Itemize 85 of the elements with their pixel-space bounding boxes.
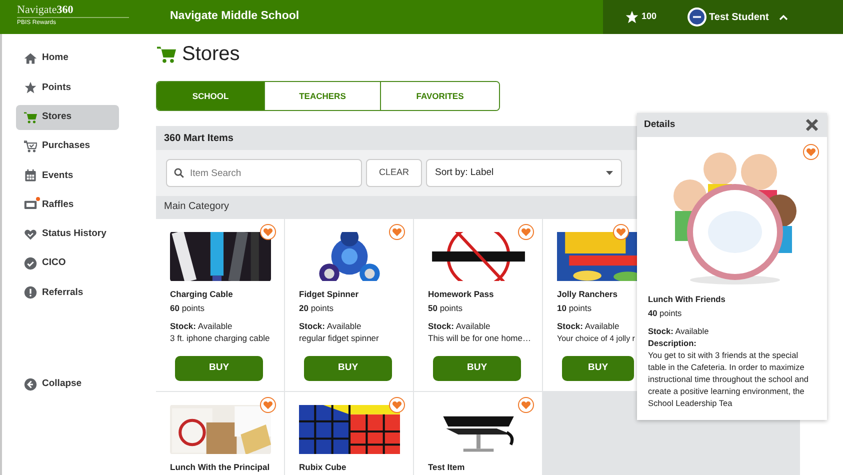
item-stock: Stock: Available xyxy=(648,325,710,337)
logo: Navigate360 xyxy=(17,4,129,18)
search-icon xyxy=(174,168,184,178)
sidebar-item[interactable]: CICO xyxy=(16,251,119,276)
sidebar-item[interactable]: Raffles xyxy=(16,192,119,218)
item-name: Lunch With Friends xyxy=(648,293,726,305)
check-circle-icon xyxy=(24,257,37,270)
user-name[interactable]: Test Student xyxy=(709,10,769,24)
product-card[interactable]: Rubix Cube xyxy=(285,392,413,475)
item-stock: Stock: Available xyxy=(428,321,492,332)
buy-button[interactable]: BUY xyxy=(304,356,392,381)
item-points: 60 points xyxy=(170,303,206,314)
ticket-icon xyxy=(24,198,37,212)
exclamation-circle-icon xyxy=(24,286,37,300)
cart-icon xyxy=(24,140,37,153)
favorite-button[interactable] xyxy=(613,224,629,240)
item-name: Jolly Ranchers xyxy=(557,289,618,300)
sidebar-item[interactable]: Purchases xyxy=(16,134,119,159)
sidebar-item[interactable]: Events xyxy=(16,163,119,188)
item-description: This will be for one home… xyxy=(428,333,529,344)
calendar-icon xyxy=(24,169,37,182)
heart-icon xyxy=(806,147,816,157)
tab[interactable]: SCHOOL xyxy=(157,82,265,110)
sidebar-item[interactable]: Points xyxy=(16,75,119,100)
sidebar-item[interactable]: Stores xyxy=(16,104,119,130)
product-card[interactable]: Jolly Ranchers 10 points Stock: Available Your choice of 4 jolly r BUY xyxy=(543,219,637,391)
product-card[interactable]: Test Item xyxy=(414,392,542,475)
points-count: 100 xyxy=(642,10,657,24)
heart-icon xyxy=(24,228,37,241)
heart-icon xyxy=(263,400,273,410)
item-description: You get to sit with 3 friends at the special table in the Cafeteria. In order to maximize instructional time throughout the school and create a positive learning environment, the School Leadership Tea xyxy=(648,349,810,409)
sort-dropdown[interactable]: Sort by: Label xyxy=(426,159,622,187)
item-stock: Stock: Available xyxy=(170,321,234,332)
item-points: 10 points xyxy=(557,303,593,314)
close-icon xyxy=(805,118,819,132)
search-field[interactable]: Item Search xyxy=(166,159,362,187)
heart-icon xyxy=(263,227,273,237)
sidebar-item[interactable]: Status History xyxy=(16,222,119,247)
school-name: Navigate Middle School xyxy=(170,9,300,24)
item-points: 20 points xyxy=(299,303,335,314)
heart-icon xyxy=(392,400,402,410)
item-description: 3 ft. iphone charging cable xyxy=(170,333,271,344)
panel-title: 360 Mart Items xyxy=(164,132,234,146)
cart-icon xyxy=(156,44,177,64)
heart-icon xyxy=(616,227,626,237)
item-name: Homework Pass xyxy=(428,289,495,300)
product-card[interactable]: Fidget Spinner 20 points Stock: Available regular fidget spinner BUY xyxy=(285,219,413,391)
item-stock: Stock: Available xyxy=(299,321,362,332)
avatar-icon[interactable] xyxy=(686,7,707,27)
category-heading: Main Category xyxy=(164,200,230,214)
heart-icon xyxy=(521,400,531,410)
product-card[interactable]: Homework Pass 50 points Stock: Available This will be for one home… BUY xyxy=(414,219,542,391)
item-description: Your choice of 4 jolly r xyxy=(557,333,636,344)
product-card[interactable]: Lunch With the Principal xyxy=(156,392,284,475)
item-description: regular fidget spinner xyxy=(299,333,380,344)
page-title: Stores xyxy=(182,42,240,66)
star-icon xyxy=(625,10,639,24)
home-icon xyxy=(24,52,37,65)
caret-icon xyxy=(606,171,613,175)
product-card[interactable]: Charging Cable 60 points Stock: Available 3 ft. iphone charging cable BUY xyxy=(156,219,284,391)
item-name: Test Item xyxy=(428,462,466,473)
heart-icon xyxy=(521,227,531,237)
item-stock: Stock: Available xyxy=(557,321,620,332)
favorite-button[interactable] xyxy=(260,224,276,240)
buy-button[interactable]: BUY xyxy=(562,356,634,381)
star-icon xyxy=(24,81,37,94)
description-label: Description: xyxy=(648,337,698,349)
collapse-button[interactable]: Collapse xyxy=(16,372,119,397)
sidebar-item[interactable]: Referrals xyxy=(16,280,119,306)
chevron-up-icon[interactable] xyxy=(778,14,788,20)
buy-button[interactable]: BUY xyxy=(433,356,521,381)
heart-icon xyxy=(392,227,402,237)
close-button[interactable] xyxy=(805,118,819,132)
arrow-left-icon xyxy=(24,378,37,391)
item-name: Charging Cable xyxy=(170,289,234,300)
cart-icon xyxy=(24,110,37,124)
buy-button[interactable]: BUY xyxy=(175,356,263,381)
item-points: 40 points xyxy=(648,307,683,319)
item-name: Lunch With the Principal xyxy=(170,462,271,473)
item-points: 50 points xyxy=(428,303,464,314)
panel-title: Details xyxy=(644,118,676,132)
clear-button[interactable]: CLEAR xyxy=(366,159,422,187)
item-name: Rubix Cube xyxy=(299,462,348,473)
sidebar-item[interactable]: Home xyxy=(16,46,119,71)
item-name: Fidget Spinner xyxy=(299,289,360,300)
